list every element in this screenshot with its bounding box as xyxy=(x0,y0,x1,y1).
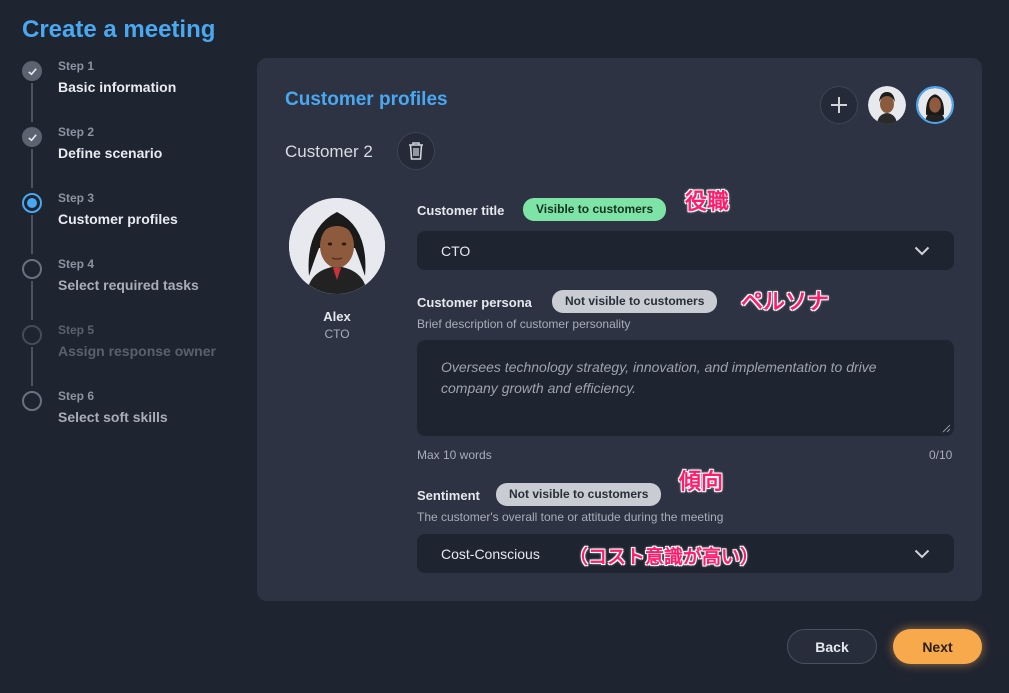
visibility-badge: Not visible to customers xyxy=(496,483,662,506)
customer-title-value: CTO xyxy=(441,242,471,259)
persona-word-count: 0/10 xyxy=(929,448,953,462)
step-2[interactable]: Step 2 Define scenario xyxy=(22,125,242,188)
step-6[interactable]: Step 6 Select soft skills xyxy=(22,389,242,452)
next-button[interactable]: Next xyxy=(893,629,982,664)
avatar-role: CTO xyxy=(324,327,350,341)
add-customer-button[interactable] xyxy=(820,86,858,124)
delete-customer-button[interactable] xyxy=(397,132,435,170)
customer-persona-textarea[interactable]: Oversees technology strategy, innovation… xyxy=(417,340,954,436)
current-step-icon xyxy=(22,193,42,213)
step-connector xyxy=(31,149,33,188)
customer-avatar xyxy=(289,198,385,294)
disabled-step-icon xyxy=(22,325,42,345)
avatar-image xyxy=(868,86,906,124)
step-4[interactable]: Step 4 Select required tasks xyxy=(22,257,242,320)
step-connector xyxy=(31,215,33,254)
sentiment-label: Sentiment xyxy=(417,488,480,503)
pending-step-icon xyxy=(22,259,42,279)
persona-limit: Max 10 words xyxy=(417,448,492,462)
step-1[interactable]: Step 1 Basic information xyxy=(22,59,242,122)
back-button[interactable]: Back xyxy=(787,629,877,664)
page-title: Create a meeting xyxy=(22,16,216,43)
visibility-badge: Visible to customers xyxy=(523,198,667,221)
pending-step-icon xyxy=(22,391,42,411)
check-icon xyxy=(22,61,42,81)
step-number: Step 4 xyxy=(58,257,95,271)
card-title: Customer profiles xyxy=(285,89,448,110)
step-number: Step 3 xyxy=(58,191,95,205)
plus-icon xyxy=(831,97,847,113)
step-label: Define scenario xyxy=(58,145,163,161)
resize-handle-icon[interactable] xyxy=(942,424,951,433)
step-label: Select required tasks xyxy=(58,277,199,293)
chevron-down-icon xyxy=(914,246,930,255)
persona-help-text: Brief description of customer personalit… xyxy=(417,317,631,331)
customer-title-label: Customer title xyxy=(417,203,505,218)
step-5: Step 5 Assign response owner xyxy=(22,323,242,386)
step-connector xyxy=(31,281,33,320)
trash-icon xyxy=(409,142,423,160)
annotation-sentiment: 傾向 xyxy=(679,469,724,494)
annotation-persona: ペルソナ xyxy=(741,289,830,314)
customer-persona-label: Customer persona xyxy=(417,295,532,310)
sentiment-help-text: The customer's overall tone or attitude … xyxy=(417,510,724,524)
step-3[interactable]: Step 3 Customer profiles xyxy=(22,191,242,254)
check-icon xyxy=(22,127,42,147)
annotation-title: 役職 xyxy=(685,189,730,214)
step-number: Step 6 xyxy=(58,389,95,403)
step-label: Basic information xyxy=(58,79,177,95)
chevron-down-icon xyxy=(914,549,930,558)
avatar-image xyxy=(918,88,952,122)
customer-profile-card: Customer profiles Customer 2 Alex CTO Cu… xyxy=(257,58,982,601)
step-number: Step 5 xyxy=(58,323,95,337)
persona-text: Oversees technology strategy, innovation… xyxy=(441,359,877,396)
step-label: Customer profiles xyxy=(58,211,178,227)
customer-2-avatar[interactable] xyxy=(916,86,954,124)
sentiment-value: Cost-Conscious xyxy=(441,545,540,562)
customer-title-select[interactable]: CTO xyxy=(417,231,954,270)
step-number: Step 2 xyxy=(58,125,95,139)
step-number: Step 1 xyxy=(58,59,95,73)
annotation-sentiment-value: （コスト意識が高い） xyxy=(569,547,760,568)
step-connector xyxy=(31,83,33,122)
step-label: Assign response owner xyxy=(58,343,216,359)
customer-name: Customer 2 xyxy=(285,142,373,161)
avatar-name: Alex xyxy=(323,309,351,324)
step-label: Select soft skills xyxy=(58,409,168,425)
customer-1-avatar[interactable] xyxy=(868,86,906,124)
visibility-badge: Not visible to customers xyxy=(552,290,718,313)
customer-switcher xyxy=(820,86,954,124)
stepper: Step 1 Basic information Step 2 Define s… xyxy=(22,56,242,452)
avatar-image xyxy=(289,198,385,294)
step-connector xyxy=(31,347,33,386)
